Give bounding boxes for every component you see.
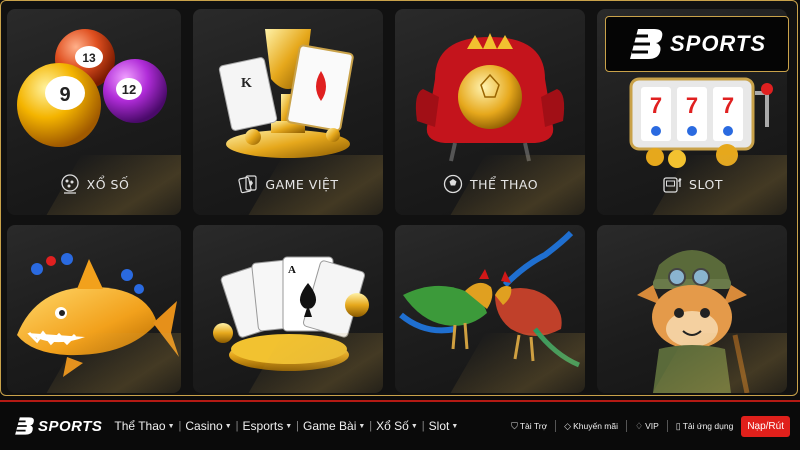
nav-right-links: ⛉ Tài Trợ ◇ Khuyến mãi ♢ VIP ▯ Tải ứng dụng … <box>511 415 790 437</box>
menu-item-xo-so[interactable]: Xổ Số ▼ <box>372 419 422 433</box>
tile-label: SLOT <box>689 176 723 192</box>
phone-icon: ▯ <box>675 420 681 431</box>
tag-icon: ◇ <box>564 420 572 431</box>
main-menu: Thể Thao ▼ | Casino ▼ | Esports ▼ | Game Bà… <box>110 419 462 433</box>
tile-xo-so[interactable]: 13 12 9 XỔ SỐ <box>7 9 181 215</box>
link-label: Tài Trợ <box>519 421 548 431</box>
brand-logo-icon <box>629 29 663 59</box>
slot-reel-2-label: 7 <box>686 93 698 118</box>
tile-da-ga[interactable] <box>395 225 585 393</box>
football-icon <box>442 173 464 195</box>
tile-label: XỔ SỐ <box>86 176 130 192</box>
tile-label-row: THỂ THAO <box>395 173 585 195</box>
menu-item-label: Xổ Số <box>376 419 409 433</box>
brand-badge: SPORTS <box>605 16 789 72</box>
slot-machine-icon <box>661 173 683 195</box>
link-label: VIP <box>645 421 659 431</box>
menu-item-label: Casino <box>185 419 223 433</box>
chevron-down-icon: ▼ <box>167 422 175 430</box>
diamond-icon: ♢ <box>634 420 644 431</box>
divider <box>555 420 557 432</box>
tile-label: THỂ THAO <box>469 176 539 192</box>
bottom-navbar: SPORTS Thể Thao ▼ | Casino ▼ | Esports ▼ | … <box>0 400 800 450</box>
link-khuyen-mai[interactable]: ◇ Khuyến mãi <box>564 421 618 432</box>
menu-item-game-bai[interactable]: Game Bài ▼ <box>299 419 369 433</box>
tile-game-viet[interactable]: K GAME VIỆT <box>193 9 383 215</box>
ball-9-label: 9 <box>59 84 70 106</box>
divider <box>625 420 627 432</box>
menu-item-label: Slot <box>428 419 450 433</box>
chevron-down-icon: ▼ <box>358 422 366 430</box>
chevron-down-icon: ▼ <box>451 422 459 430</box>
ball-13-label: 13 <box>82 51 96 65</box>
chevron-down-icon: ▼ <box>224 422 232 430</box>
tile-ban-ca[interactable] <box>7 225 181 393</box>
lottery-ball-icon <box>59 173 81 195</box>
cockfight-art <box>399 230 581 368</box>
menu-item-esports[interactable]: Esports ▼ <box>239 419 297 433</box>
esports-character-art <box>637 250 750 393</box>
deposit-withdraw-button[interactable]: Nạp/Rút <box>741 415 790 437</box>
link-label: Tải ứng dụng <box>682 421 734 431</box>
card-a-label: A <box>288 264 296 276</box>
tile-the-thao[interactable]: THỂ THAO <box>395 9 585 215</box>
shield-icon: ⛉ <box>511 420 518 431</box>
menu-item-slot[interactable]: Slot ▼ <box>425 419 463 433</box>
nav-logo[interactable]: SPORTS <box>14 416 102 436</box>
tile-label-row: XỔ SỐ <box>7 173 181 195</box>
slot-reel-1-label: 7 <box>650 93 662 118</box>
link-label: Khuyến mãi <box>573 421 618 431</box>
card-k-label: K <box>241 76 252 91</box>
tile-label-row: SLOT <box>597 173 787 195</box>
chevron-down-icon: ▼ <box>410 422 418 430</box>
menu-item-label: Esports <box>242 419 284 433</box>
tile-esports[interactable] <box>597 225 787 393</box>
nav-brand-name: SPORTS <box>38 417 103 435</box>
link-tai-ung-dung[interactable]: ▯ Tải ứng dụng <box>676 421 734 432</box>
game-category-panel: 13 12 9 XỔ SỐ K GAME VIỆT THỂ THAO 7 7 7… <box>0 0 798 396</box>
playing-cards-icon <box>237 173 259 195</box>
chevron-down-icon: ▼ <box>285 422 293 430</box>
tile-label: GAME VIỆT <box>265 176 339 192</box>
menu-item-the-thao[interactable]: Thể Thao ▼ <box>110 419 178 433</box>
menu-item-label: Game Bài <box>303 419 357 433</box>
card-game-art: A <box>213 256 369 371</box>
link-vip[interactable]: ♢ VIP <box>635 421 659 432</box>
ball-12-label: 12 <box>122 82 136 97</box>
menu-item-label: Thể Thao <box>114 419 166 433</box>
fish-shooting-art <box>17 253 179 377</box>
menu-item-casino[interactable]: Casino ▼ <box>181 419 235 433</box>
link-tai-tro[interactable]: ⛉ Tài Trợ <box>511 421 547 432</box>
divider <box>666 420 668 432</box>
brand-logo-icon <box>15 417 34 435</box>
tile-game-bai[interactable]: A <box>193 225 383 393</box>
slot-reel-3-label: 7 <box>722 93 734 118</box>
tile-label-row: GAME VIỆT <box>193 173 383 195</box>
brand-name: SPORTS <box>669 31 767 56</box>
